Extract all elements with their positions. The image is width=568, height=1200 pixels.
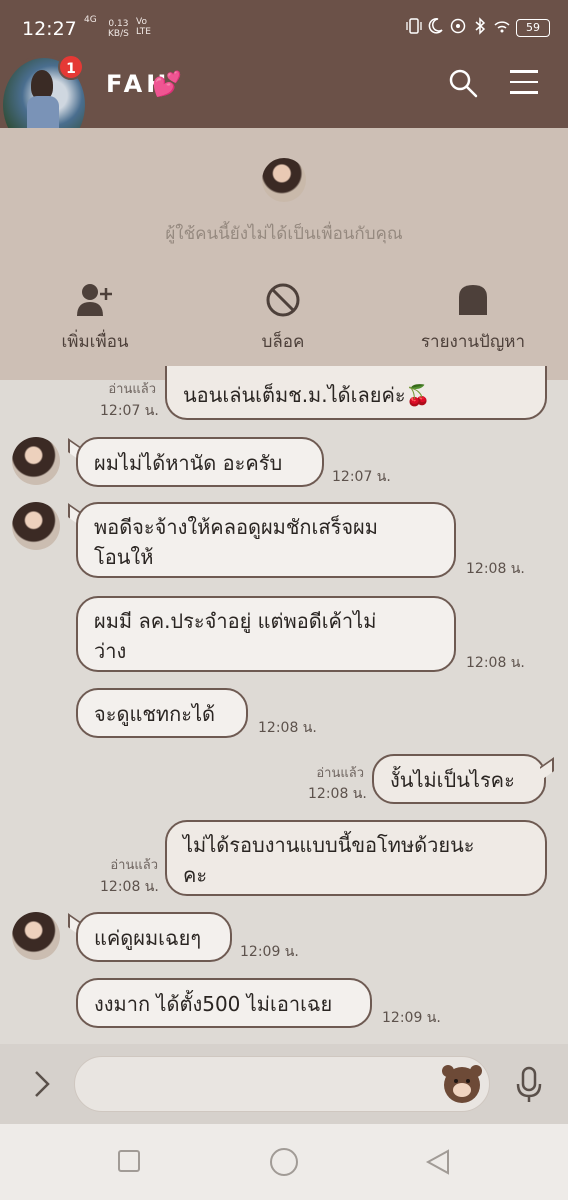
add-friend-icon [10,280,180,320]
block-icon [198,280,368,320]
search-icon [449,69,478,98]
vibrate-icon [406,17,422,35]
message-text-line-1: ผมมี ลค.ประจำอยู่ แต่พอดีเค้าไม่ [94,609,377,633]
report-button[interactable]: รายงานปัญหา [388,280,558,355]
system-nav-bar [0,1124,568,1200]
message-bubble-received[interactable]: จะดูแชทกะได้ [76,688,248,738]
report-icon [388,280,558,320]
sticker-button[interactable] [442,1065,482,1103]
message-text-line-2: คะ [183,863,208,887]
message-time: 12:08 น. [466,655,525,671]
message-bubble-received[interactable]: ผมมี ลค.ประจำอยู่ แต่พอดีเค้าไม่ ว่าง [76,596,456,672]
message-time: 12:07 น. [100,403,159,419]
network-speed: 0.13 KB/S [108,19,129,39]
status-bar: 12:27 4G 0.13 KB/S Vo LTE 59 [0,0,568,58]
hotspot-icon [450,17,466,35]
read-receipt: อ่านแล้ว [110,858,158,873]
message-text-line-1: ไม่ได้รอบงานแบบนี้ขอโทษด้วยนะ [183,833,475,857]
read-receipt: อ่านแล้ว [316,766,364,781]
battery-indicator: 59 [516,19,550,37]
volte-indicator: Vo LTE [136,17,151,37]
message-text-line-2: ว่าง [94,639,127,663]
recent-apps-button[interactable] [118,1150,140,1172]
message-input-bar [0,1044,568,1124]
banner-avatar [262,158,306,202]
home-button[interactable] [270,1148,298,1176]
chevron-right-icon [35,1071,50,1097]
add-friend-label: เพิ่มเพื่อน [61,332,129,352]
sender-avatar[interactable] [12,502,60,550]
message-bubble-sent[interactable]: นอนเล่นเต็มช.ม.ได้เลยค่ะ🍒 [165,366,547,420]
block-button[interactable]: บล็อค [198,280,368,355]
message-time: 12:08 น. [466,561,525,577]
message-text: ผมไม่ได้หานัด อะครับ [94,451,283,475]
message-bubble-sent[interactable]: ไม่ได้รอบงานแบบนี้ขอโทษด้วยนะ คะ [165,820,547,896]
message-time: 12:09 น. [240,944,299,960]
volte-bottom: LTE [136,27,151,37]
report-label: รายงานปัญหา [420,332,526,352]
menu-button[interactable] [510,70,538,96]
back-icon [425,1149,449,1175]
message-text: งั้นไม่เป็นไรคะ [390,768,515,792]
sender-avatar[interactable] [12,437,60,485]
message-bubble-sent[interactable]: งั้นไม่เป็นไรคะ [372,754,546,804]
expand-button[interactable] [30,1068,54,1100]
block-label: บล็อค [261,332,305,352]
add-friend-button[interactable]: เพิ่มเพื่อน [10,280,180,355]
status-time: 12:27 [22,18,77,40]
sender-avatar[interactable] [12,912,60,960]
message-time: 12:08 น. [100,879,159,895]
message-bubble-received[interactable]: แค่ดูผมเฉยๆ [76,912,232,962]
network-speed-value: 0.13 [108,19,129,29]
bear-sticker-icon [453,1083,471,1097]
message-text: จะดูแชทกะได้ [94,702,215,726]
message-text: แค่ดูผมเฉยๆ [94,926,202,950]
message-time: 12:08 น. [308,786,367,802]
message-text-line-2: โอนให้ [94,545,154,569]
message-time: 12:07 น. [332,469,391,485]
search-button[interactable] [448,68,478,98]
heart-emoji: 💕 [152,70,182,98]
message-bubble-received[interactable]: พอดีจะจ้างให้คลอดูผมชักเสร็จผม โอนให้ [76,502,456,578]
volte-top: Vo [136,17,147,27]
chat-header: 12:27 4G 0.13 KB/S Vo LTE 59 1 FAH 💕 [0,0,568,155]
message-text: นอนเล่นเต็มช.ม.ได้เลยค่ะ🍒 [183,383,431,407]
message-text-line-1: พอดีจะจ้างให้คลอดูผมชักเสร็จผม [94,515,378,539]
unread-badge: 1 [58,54,84,80]
message-text: งงมาก ได้ตั้ง500 ไม่เอาเฉย [94,992,333,1016]
not-friend-banner: ผู้ใช้คนนี้ยังไม่ได้เป็นเพื่อนกับคุณ เพิ… [0,128,568,380]
message-time: 12:08 น. [258,720,317,736]
network-type: 4G [84,15,97,25]
moon-icon [428,17,444,35]
wifi-icon [494,17,510,35]
message-input[interactable] [74,1056,490,1112]
message-bubble-received[interactable]: งงมาก ได้ตั้ง500 ไม่เอาเฉย [76,978,372,1028]
message-time: 12:09 น. [382,1010,441,1026]
network-speed-unit: KB/S [108,29,129,39]
message-bubble-received[interactable]: ผมไม่ได้หานัด อะครับ [76,437,324,487]
read-receipt: อ่านแล้ว [108,382,156,397]
menu-icon [510,70,538,73]
voice-button[interactable] [516,1066,542,1104]
bluetooth-icon [472,17,488,35]
microphone-icon [516,1066,542,1102]
not-friend-note: ผู้ใช้คนนี้ยังไม่ได้เป็นเพื่อนกับคุณ [165,224,403,244]
back-button[interactable] [424,1148,452,1176]
